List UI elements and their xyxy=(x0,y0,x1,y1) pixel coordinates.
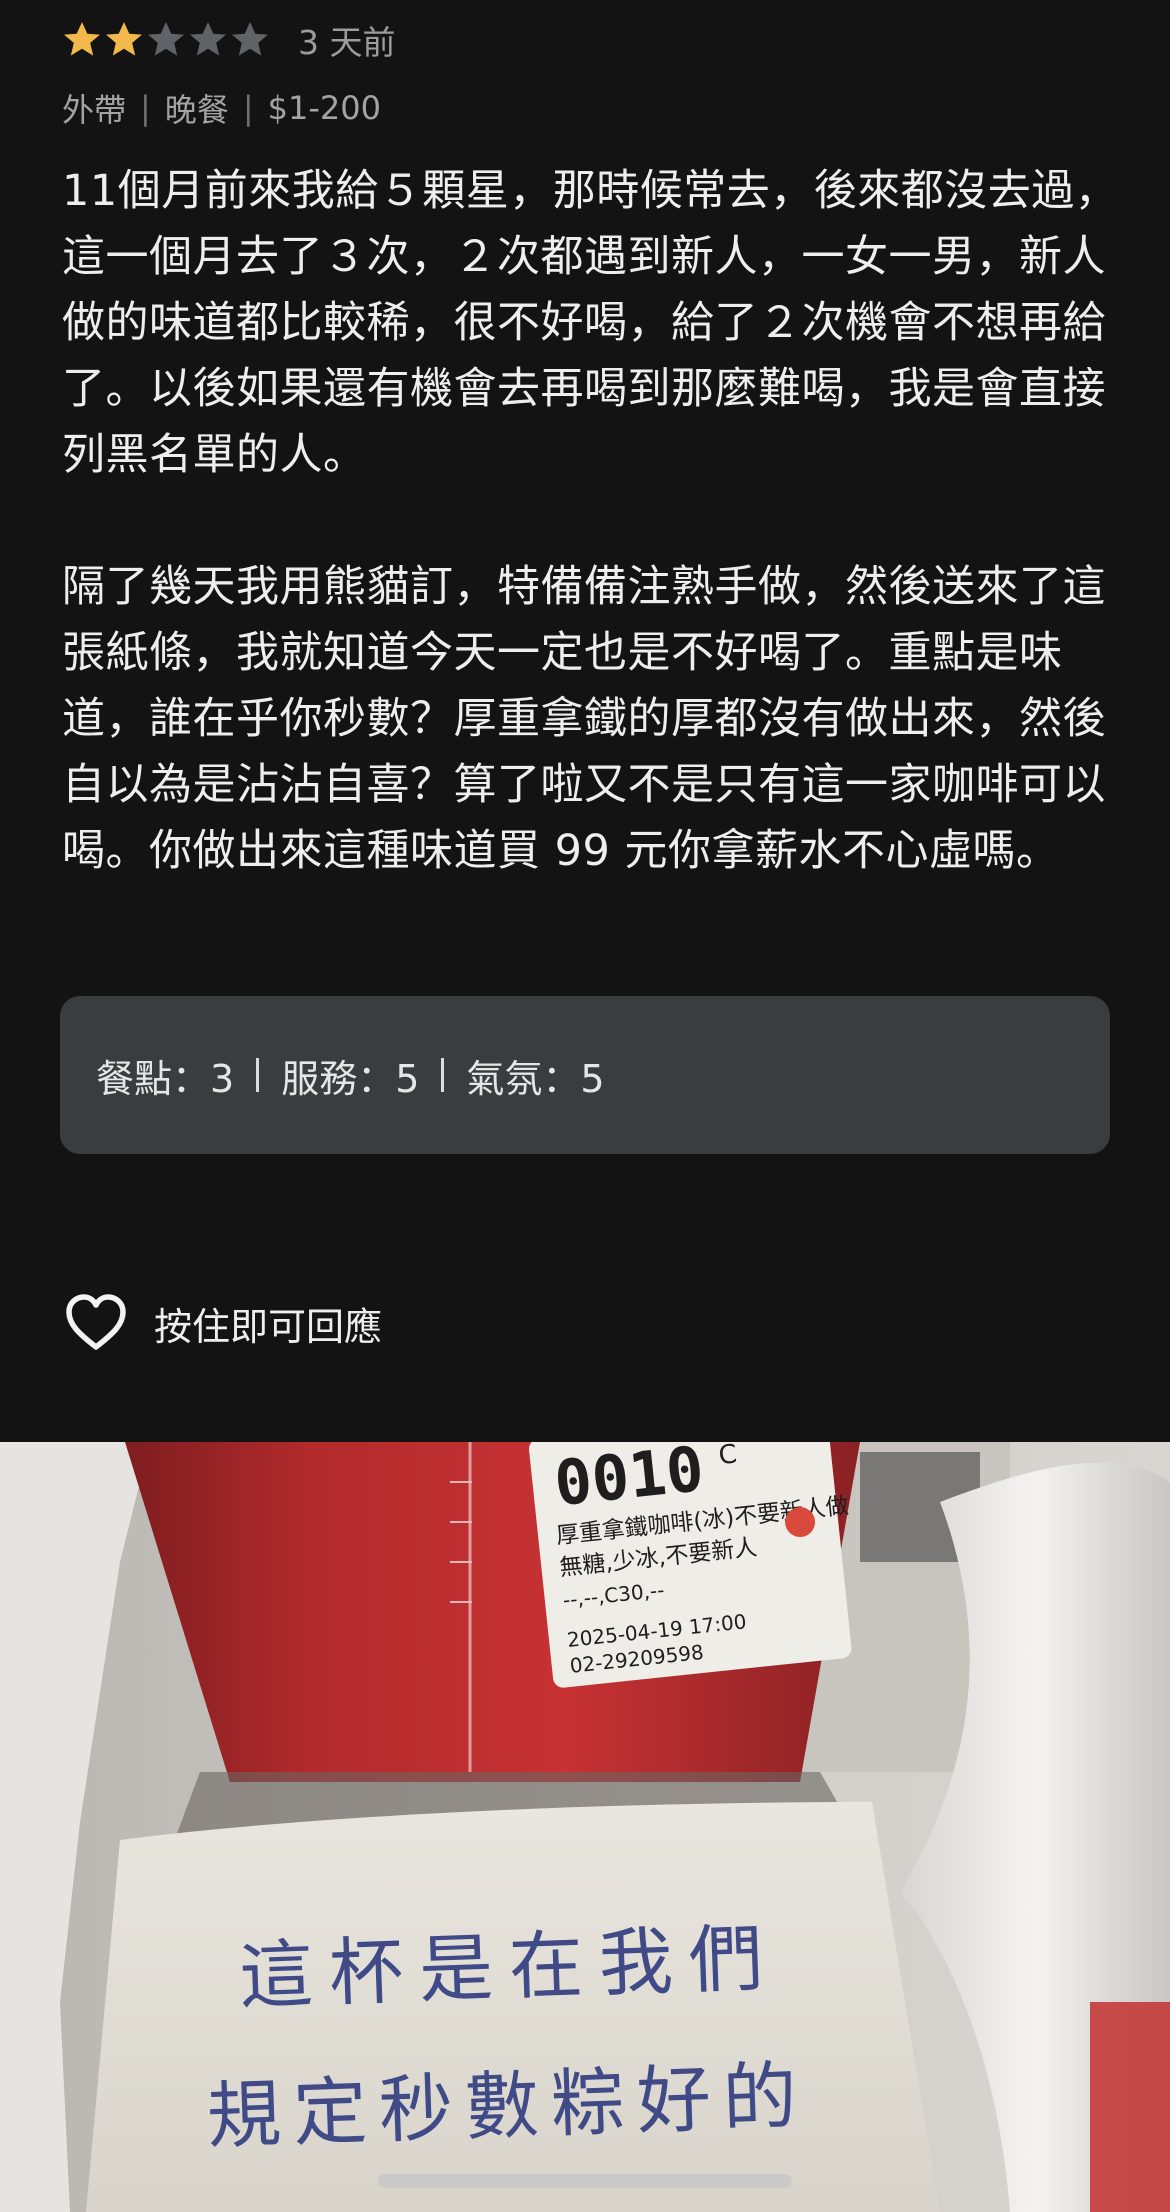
atmosphere-rating: 氣氛：5 xyxy=(466,1056,605,1101)
star-filled-icon xyxy=(62,20,102,60)
star-empty-icon xyxy=(188,20,228,60)
review-photo[interactable]: 0010 C 厚重拿鐵咖啡(冰)不要新人做 無糖,少冰,不要新人 --,--,C… xyxy=(0,1442,1170,2212)
red-box-edge xyxy=(1090,2002,1170,2212)
meta-meal-type: 晚餐 xyxy=(164,91,229,129)
meta-service-type: 外帶 xyxy=(62,91,127,129)
review-paragraph: 11個月前來我給５顆星，那時候常去，後來都沒去過，這一個月去了３次，２次都遇到新… xyxy=(62,166,1119,480)
rating-divider xyxy=(256,1058,260,1092)
star-empty-icon xyxy=(146,20,186,60)
star-rating xyxy=(62,20,272,60)
rating-divider xyxy=(441,1058,445,1092)
react-hint: 按住即可回應 xyxy=(154,1304,383,1349)
food-rating: 餐點：3 xyxy=(96,1056,235,1101)
review-meta: 外帶 | 晚餐 | $1-200 xyxy=(62,86,381,130)
review-text: 11個月前來我給５顆星，那時候常去，後來都沒去過，這一個月去了３次，２次都遇到新… xyxy=(62,158,1122,884)
star-empty-icon xyxy=(230,20,270,60)
home-indicator[interactable] xyxy=(378,2174,792,2188)
order-suffix: C xyxy=(717,1442,738,1471)
photo-drawing: 0010 C 厚重拿鐵咖啡(冰)不要新人做 無糖,少冰,不要新人 --,--,C… xyxy=(0,1442,1170,2212)
meta-price-range: $1-200 xyxy=(267,89,381,127)
react-button[interactable]: 按住即可回應 xyxy=(64,1290,382,1356)
meta-divider: | xyxy=(242,89,254,127)
heart-icon[interactable] xyxy=(64,1293,128,1353)
meta-divider: | xyxy=(140,89,151,127)
sub-ratings-box: 餐點：3 服務：5 氣氛：5 xyxy=(60,996,1110,1154)
review-time: 3 天前 xyxy=(298,23,396,62)
review-paragraph: 隔了幾天我用熊貓訂，特備備注熟手做，然後送來了這張紙條，我就知道今天一定也是不好… xyxy=(62,562,1106,876)
star-filled-icon xyxy=(104,20,144,60)
cup-label-sticker: 0010 C 厚重拿鐵咖啡(冰)不要新人做 無糖,少冰,不要新人 --,--,C… xyxy=(528,1442,852,1688)
service-rating: 服務：5 xyxy=(281,1056,420,1101)
rating-row: 3 天前 xyxy=(62,18,396,62)
